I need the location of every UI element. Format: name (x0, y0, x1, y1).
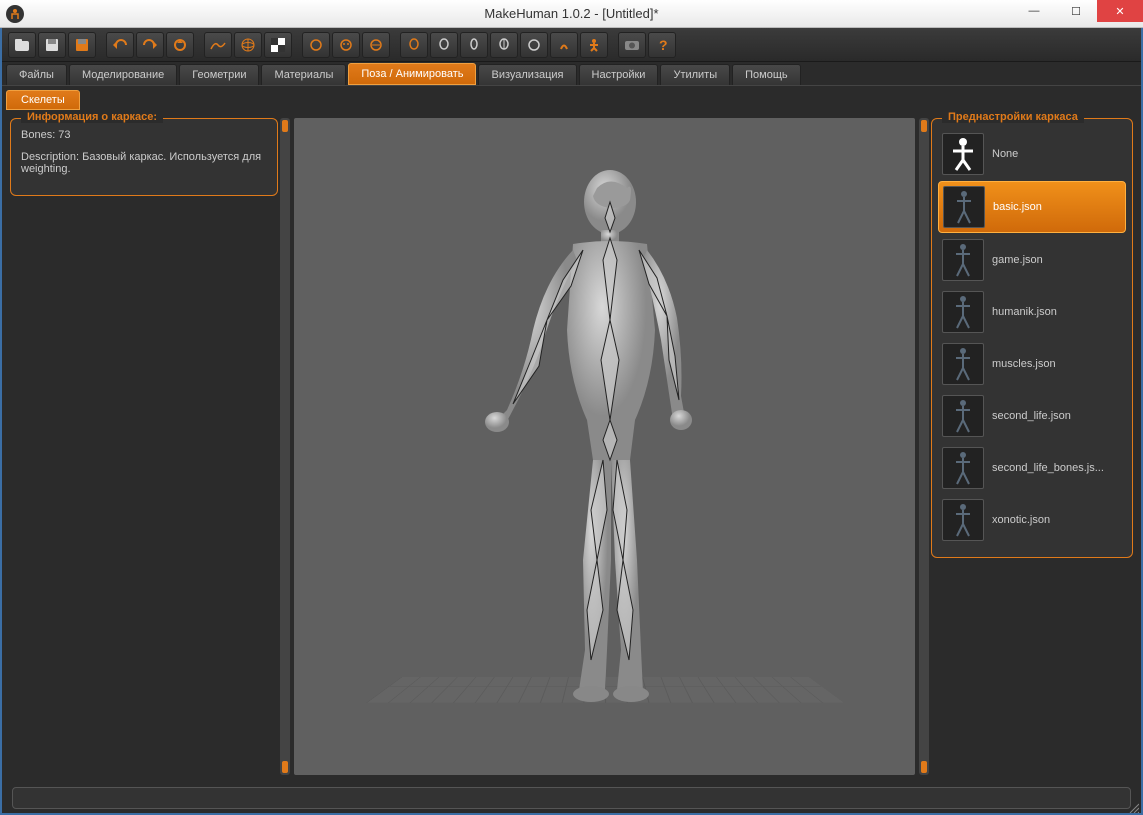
window-title: MakeHuman 1.0.2 - [Untitled]* (484, 6, 658, 21)
preset-thumb-icon (943, 186, 985, 228)
preset-label: second_life.json (992, 410, 1071, 422)
tab-geometries[interactable]: Геометрии (179, 64, 259, 85)
tab-pose-animate[interactable]: Поза / Анимировать (348, 63, 476, 85)
preset-item[interactable]: muscles.json (938, 339, 1126, 389)
preset-thumb-icon (942, 395, 984, 437)
tab-materials[interactable]: Материалы (261, 64, 346, 85)
rig-info-title: Информация о каркасе: (21, 111, 163, 123)
toolbar-view3-icon[interactable] (460, 32, 488, 58)
maximize-button[interactable]: ☐ (1055, 0, 1097, 22)
preset-item[interactable]: basic.json (938, 181, 1126, 233)
right-scrollbar[interactable] (919, 118, 929, 775)
toolbar-save-icon[interactable] (38, 32, 66, 58)
tab-help[interactable]: Помощь (732, 64, 801, 85)
titlebar: MakeHuman 1.0.2 - [Untitled]* — ☐ ✕ (0, 0, 1143, 28)
toolbar-view1-icon[interactable] (400, 32, 428, 58)
toolbar-pose1-icon[interactable] (550, 32, 578, 58)
window-controls: — ☐ ✕ (1013, 0, 1143, 27)
tab-rendering[interactable]: Визуализация (478, 64, 576, 85)
toolbar-background-icon[interactable] (264, 32, 292, 58)
toolbar-pose2-icon[interactable] (580, 32, 608, 58)
toolbar-camera-icon[interactable] (618, 32, 646, 58)
toolbar-help-icon[interactable]: ? (648, 32, 676, 58)
scroll-thumb-icon[interactable] (921, 120, 927, 132)
status-bar (2, 783, 1141, 813)
tab-files[interactable]: Файлы (6, 64, 67, 85)
preset-thumb-icon (942, 133, 984, 175)
preset-item[interactable]: humanik.json (938, 287, 1126, 337)
preset-label: muscles.json (992, 358, 1056, 370)
toolbar-undo-icon[interactable] (106, 32, 134, 58)
preset-thumb-icon (942, 447, 984, 489)
toolbar-wireframe-icon[interactable] (234, 32, 262, 58)
toolbar-head1-icon[interactable] (302, 32, 330, 58)
preset-item[interactable]: None (938, 129, 1126, 179)
resize-grip-icon[interactable] (1127, 801, 1139, 813)
svg-text:?: ? (659, 38, 668, 52)
scroll-thumb-icon[interactable] (282, 120, 288, 132)
preset-label: game.json (992, 254, 1043, 266)
toolbar-smooth-icon[interactable] (204, 32, 232, 58)
app-icon (6, 5, 24, 23)
main-tabs: Файлы Моделирование Геометрии Материалы … (2, 62, 1141, 86)
toolbar-view2-icon[interactable] (430, 32, 458, 58)
preset-thumb-icon (942, 291, 984, 333)
rig-description: Description: Базовый каркас. Используетс… (21, 151, 267, 175)
tab-settings[interactable]: Настройки (579, 64, 659, 85)
preset-item[interactable]: game.json (938, 235, 1126, 285)
sub-tabs: Скелеты (2, 88, 1141, 110)
preset-label: basic.json (993, 201, 1042, 213)
preset-item[interactable]: second_life.json (938, 391, 1126, 441)
toolbar-redo-icon[interactable] (136, 32, 164, 58)
preset-thumb-icon (942, 499, 984, 541)
toolbar: ? (2, 28, 1141, 62)
toolbar-view5-icon[interactable] (520, 32, 548, 58)
human-model-icon (455, 160, 755, 720)
command-input[interactable] (12, 787, 1131, 809)
preset-label: humanik.json (992, 306, 1057, 318)
rig-presets-panel: Преднастройки каркаса Nonebasic.jsongame… (931, 118, 1133, 558)
preset-thumb-icon (942, 239, 984, 281)
bones-count: Bones: 73 (21, 129, 267, 141)
tab-utilities[interactable]: Утилиты (660, 64, 730, 85)
preset-label: xonotic.json (992, 514, 1050, 526)
presets-title: Преднастройки каркаса (942, 111, 1084, 123)
left-scrollbar[interactable] (280, 118, 290, 775)
close-button[interactable]: ✕ (1097, 0, 1143, 22)
preset-item[interactable]: xonotic.json (938, 495, 1126, 545)
preset-thumb-icon (942, 343, 984, 385)
preset-label: None (992, 148, 1018, 160)
preset-label: second_life_bones.js... (992, 462, 1104, 474)
scroll-thumb-icon[interactable] (282, 761, 288, 773)
toolbar-head2-icon[interactable] (332, 32, 360, 58)
sub-tab-skeletons[interactable]: Скелеты (6, 90, 80, 110)
toolbar-open-icon[interactable] (8, 32, 36, 58)
scroll-thumb-icon[interactable] (921, 761, 927, 773)
toolbar-reset-icon[interactable] (166, 32, 194, 58)
toolbar-export-icon[interactable] (68, 32, 96, 58)
toolbar-head3-icon[interactable] (362, 32, 390, 58)
minimize-button[interactable]: — (1013, 0, 1055, 22)
preset-item[interactable]: second_life_bones.js... (938, 443, 1126, 493)
tab-modeling[interactable]: Моделирование (69, 64, 177, 85)
3d-viewport[interactable] (294, 118, 915, 775)
toolbar-view4-icon[interactable] (490, 32, 518, 58)
rig-info-panel: Информация о каркасе: Bones: 73 Descript… (10, 118, 278, 196)
